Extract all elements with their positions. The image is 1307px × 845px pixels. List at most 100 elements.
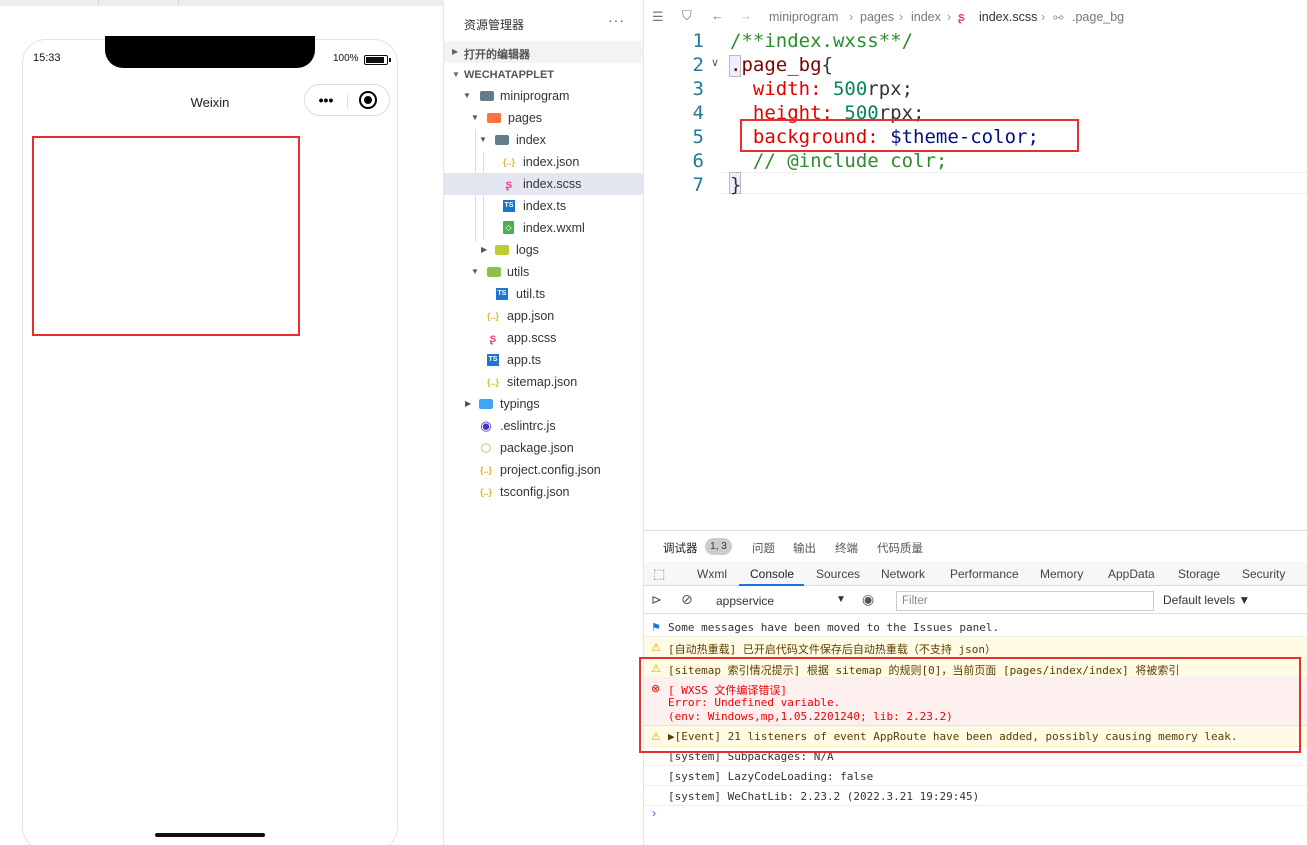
json-icon: {..} [479, 487, 492, 497]
sidebar-toggle-icon[interactable]: ⊳ [651, 592, 662, 608]
info-flag-icon: ⚑ [651, 621, 661, 634]
tree-item-project-config[interactable]: {..} project.config.json [444, 459, 643, 481]
code-line-1[interactable]: /**index.wxss**/ [730, 30, 913, 52]
section-open-editors[interactable]: ▶ 打开的编辑器 [444, 41, 643, 63]
chevron-right-icon: ▶ [465, 399, 472, 408]
tab-output[interactable]: 输出 [793, 540, 816, 556]
json-icon: {..} [502, 157, 515, 167]
scss-icon: ʂ [958, 10, 965, 24]
log-levels-select[interactable]: Default levels ▼ [1163, 593, 1250, 607]
eye-icon[interactable]: ◉ [862, 591, 874, 608]
breadcrumb-item[interactable]: pages [860, 10, 894, 24]
breadcrumb-item[interactable]: .page_bg [1072, 10, 1124, 24]
tree-item-logs[interactable]: ▶ logs [444, 239, 643, 261]
breadcrumb-item[interactable]: miniprogram [769, 10, 838, 24]
breadcrumb: ☰ ⛉ ← → miniprogram › pages › index › ʂ … [644, 0, 1307, 34]
tree-item-typings[interactable]: ▶ typings [444, 393, 643, 415]
chevron-right-icon: ▶ [481, 245, 488, 254]
devtools-tab-console[interactable]: Console [750, 567, 794, 581]
breadcrumb-separator: › [1041, 10, 1046, 24]
tree-item-index-folder[interactable]: ▼ index [444, 129, 643, 151]
nodejs-icon: ⬡ [480, 441, 492, 455]
tree-item-eslintrc[interactable]: ◉ .eslintrc.js [444, 415, 643, 437]
code-line-2[interactable]: .page_bg{ [730, 54, 833, 76]
current-line-highlight [720, 172, 1307, 194]
breadcrumb-separator: › [947, 10, 952, 24]
tree-item-index-ts[interactable]: TS index.ts [444, 195, 643, 217]
folder-icon [487, 113, 501, 123]
tree-item-app-scss[interactable]: ʂ app.scss [444, 327, 643, 349]
breadcrumb-item[interactable]: index [911, 10, 941, 24]
battery-percent: 100% [333, 53, 359, 64]
code-line-3[interactable]: width: 500rpx; [730, 78, 913, 100]
devtools-tab-memory[interactable]: Memory [1040, 567, 1083, 581]
active-tab-indicator [739, 584, 804, 586]
json-icon: {..} [486, 377, 499, 387]
devtools-tab-wxml[interactable]: Wxml [697, 567, 727, 581]
console-message: [system] LazyCodeLoading: false [644, 766, 1307, 786]
wxml-icon: ◇ [503, 221, 514, 234]
folder-icon [480, 91, 494, 101]
bookmark-icon[interactable]: ⛉ [682, 8, 692, 24]
tree-item-util-ts[interactable]: TS util.ts [444, 283, 643, 305]
devtools-tab-security[interactable]: Security [1242, 567, 1285, 581]
tree-item-index-json[interactable]: {..} index.json [444, 151, 643, 173]
code-line-6[interactable]: // @include colr; [730, 150, 947, 172]
more-dots-icon[interactable]: ••• [313, 93, 339, 107]
devtools-tab-sources[interactable]: Sources [816, 567, 860, 581]
breadcrumb-item[interactable]: index.scss [979, 10, 1037, 24]
tree-item-package-json[interactable]: ⬡ package.json [444, 437, 643, 459]
tree-item-app-ts[interactable]: TS app.ts [444, 349, 643, 371]
tree-item-sitemap-json[interactable]: {..} sitemap.json [444, 371, 643, 393]
eslint-icon: ◉ [480, 418, 492, 433]
tree-item-pages[interactable]: ▼ pages [444, 107, 643, 129]
forward-arrow-icon[interactable]: → [739, 8, 752, 23]
symbol-class-icon: ⚯ [1053, 11, 1064, 25]
explorer-more-button[interactable]: ··· [608, 12, 625, 28]
console-message: ⚑ Some messages have been moved to the Is… [644, 617, 1307, 637]
line-number: 4 [692, 102, 704, 124]
code-line-7[interactable]: } [730, 174, 741, 196]
section-project[interactable]: ▼ WECHATAPPLET [444, 64, 643, 86]
typescript-icon: TS [487, 354, 499, 366]
battery-icon [364, 55, 391, 65]
json-icon: {..} [479, 465, 492, 475]
list-icon[interactable]: ☰ [652, 9, 664, 25]
devtools-tab-performance[interactable]: Performance [950, 567, 1019, 581]
breadcrumb-separator: › [899, 10, 904, 24]
inspect-cursor-icon[interactable]: ⬚ [653, 566, 665, 582]
tab-problems[interactable]: 问题 [752, 540, 775, 556]
page-bg-highlight-box [32, 136, 300, 336]
line-number: 1 [692, 30, 704, 52]
filter-input[interactable]: Filter [896, 591, 1154, 611]
line-number: 7 [692, 174, 704, 196]
tree-item-tsconfig[interactable]: {..} tsconfig.json [444, 481, 643, 503]
chevron-down-icon: ▼ [452, 70, 460, 79]
tree-item-app-json[interactable]: {..} app.json [444, 305, 643, 327]
typescript-icon: TS [496, 288, 508, 300]
devtools-tab-network[interactable]: Network [881, 567, 925, 581]
tree-item-miniprogram[interactable]: ▼ miniprogram [444, 85, 643, 107]
context-select[interactable]: appservice [716, 594, 774, 608]
chevron-down-icon[interactable]: ▼ [836, 594, 846, 605]
folder-icon [495, 245, 509, 255]
tab-debugger[interactable]: 调试器 [663, 540, 698, 556]
chevron-down-icon: ▼ [479, 135, 487, 144]
console-prompt-icon[interactable]: › [652, 806, 656, 820]
console-message: [system] WeChatLib: 2.23.2 (2022.3.21 19… [644, 786, 1307, 806]
tree-item-index-wxml[interactable]: ◇ index.wxml [444, 217, 643, 239]
folder-icon [487, 267, 501, 277]
tree-item-utils[interactable]: ▼ utils [444, 261, 643, 283]
devtools-tab-storage[interactable]: Storage [1178, 567, 1220, 581]
tree-item-index-scss[interactable]: ʂ index.scss [444, 173, 643, 195]
fold-chevron-icon[interactable]: ∨ [711, 56, 719, 69]
phone-notch [105, 36, 315, 68]
breadcrumb-separator: › [849, 10, 854, 24]
tab-terminal[interactable]: 终端 [835, 540, 858, 556]
typescript-icon: TS [503, 200, 515, 212]
back-arrow-icon[interactable]: ← [711, 8, 724, 23]
clear-console-icon[interactable]: ⊘ [681, 591, 693, 608]
devtools-tab-appdata[interactable]: AppData [1108, 567, 1155, 581]
tab-code-quality[interactable]: 代码质量 [877, 540, 923, 556]
close-target-icon[interactable] [359, 91, 377, 109]
